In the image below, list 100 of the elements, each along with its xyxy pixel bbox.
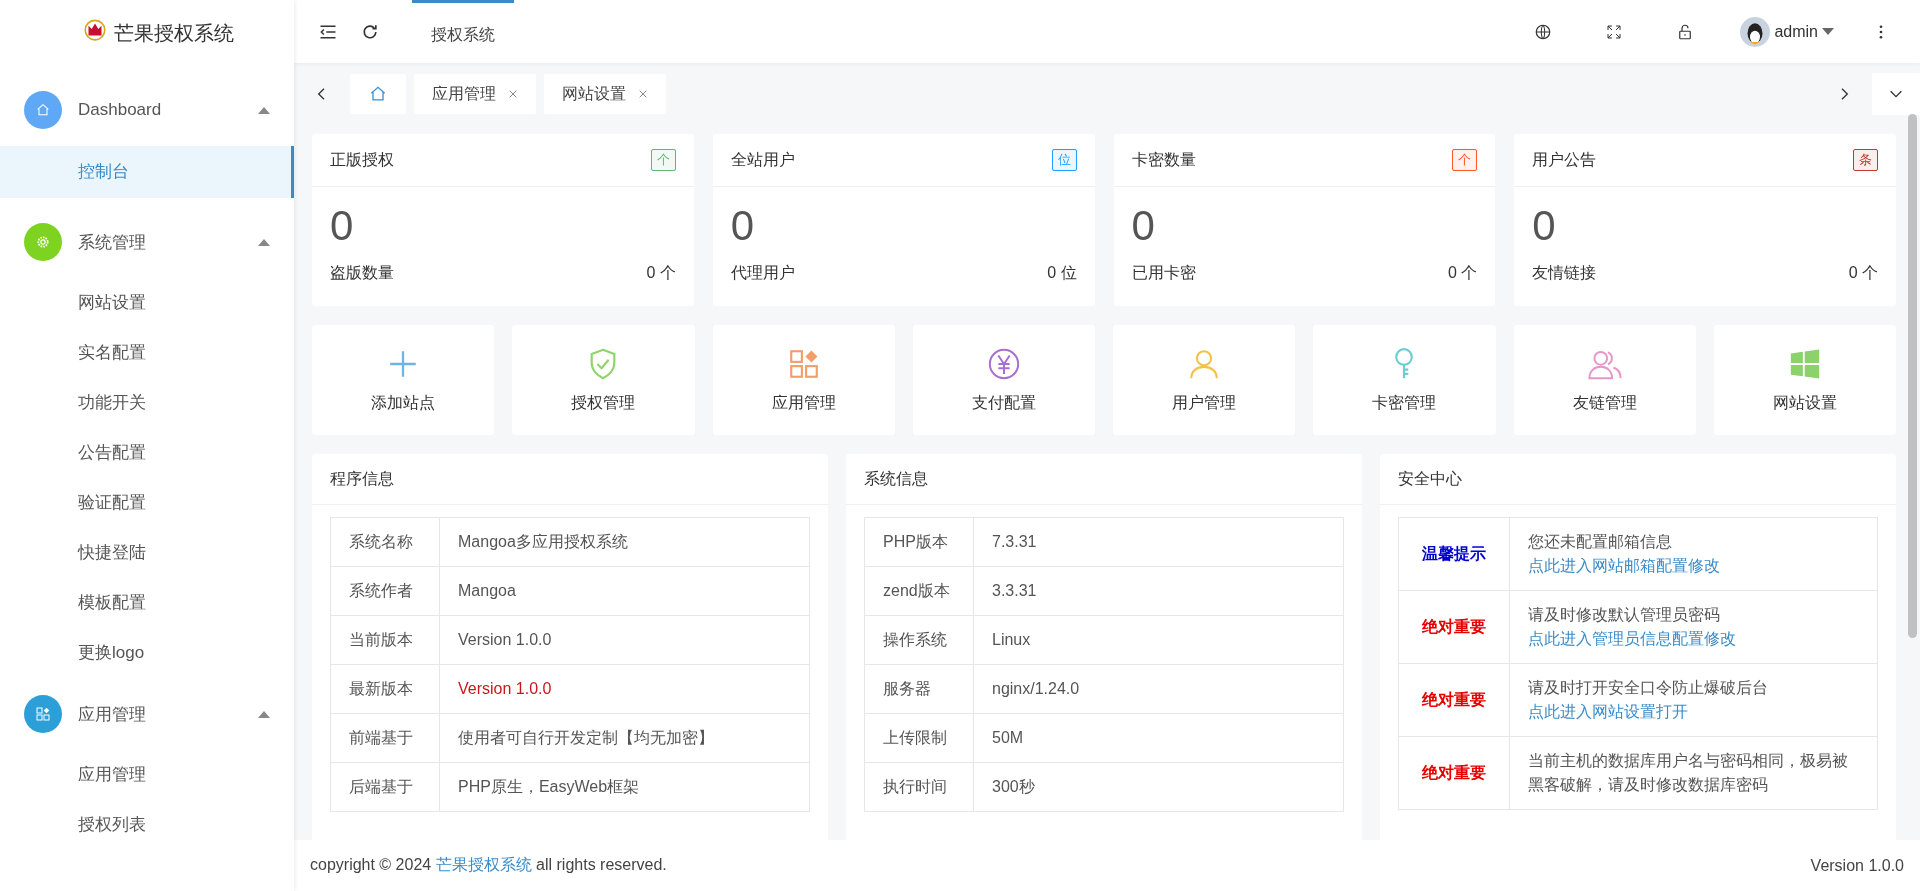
table-cell: 系统名称 (330, 517, 440, 567)
link[interactable]: 点此进入网站邮箱配置修改 (1528, 557, 1720, 574)
sidebar-item[interactable]: 实名配置 (0, 328, 294, 378)
unit-badge: 位 (1051, 149, 1077, 171)
table-cell: nginx/1.24.0 (973, 664, 1344, 714)
stat-value: 0 (330, 201, 355, 251)
table-cell: 绝对重要 (1398, 736, 1510, 810)
shortcut-tile[interactable]: 添加站点 (312, 325, 495, 435)
shortcut-label: 友链管理 (1572, 392, 1637, 413)
user-menu[interactable]: admin (1740, 16, 1834, 47)
link[interactable]: 点此进入管理员信息配置修改 (1528, 630, 1736, 647)
table-cell: 最新版本 (330, 664, 440, 714)
close-icon[interactable] (638, 89, 648, 99)
shortcut-tile[interactable]: 卡密管理 (1313, 325, 1496, 435)
stat-sub-value: 0 位 (1047, 263, 1077, 283)
card-title: 用户公告 (1532, 149, 1597, 170)
sidebar-item[interactable]: 网站设置 (0, 278, 294, 328)
table-cell: 您还未配置邮箱信息 点此进入网站邮箱配置修改 (1509, 517, 1878, 591)
table-cell: 执行时间 (864, 762, 974, 812)
sidebar-group-header[interactable]: Dashboard (0, 74, 294, 146)
stat-value: 0 (1532, 201, 1557, 251)
sidebar-item[interactable]: 授权列表 (0, 800, 294, 850)
shortcut-label: 卡密管理 (1372, 392, 1437, 413)
house-icon (368, 84, 388, 104)
globe-icon[interactable] (1534, 22, 1553, 41)
table-cell: 系统作者 (330, 566, 440, 616)
table-cell: 绝对重要 (1398, 590, 1510, 664)
shortcut-tile[interactable]: 授权管理 (512, 325, 695, 435)
shortcut-tile[interactable]: 应用管理 (712, 325, 895, 435)
shortcut-label: 授权管理 (571, 392, 636, 413)
stat-sub-value: 0 个 (646, 263, 676, 283)
card-title: 卡密数量 (1131, 149, 1196, 170)
sidebar-item[interactable]: 公告配置 (0, 428, 294, 478)
close-icon[interactable] (508, 89, 518, 99)
unit-badge: 个 (1452, 149, 1478, 171)
shortcut-tile[interactable]: 用户管理 (1113, 325, 1296, 435)
stat-sub-value: 0 个 (1848, 263, 1878, 283)
shortcut-tile[interactable]: 支付配置 (912, 325, 1095, 435)
nav-tab[interactable]: 授权系统 (412, 0, 514, 63)
shortcut-tile[interactable]: 网站设置 (1713, 325, 1896, 435)
card-title: 正版授权 (330, 149, 394, 170)
sidebar-group-header[interactable]: 系统管理 (0, 206, 294, 278)
table-cell: 300秒 (973, 762, 1344, 812)
sidebar-item[interactable]: 快捷登陆 (0, 528, 294, 578)
shortcut-tile[interactable]: 友链管理 (1513, 325, 1696, 435)
sidebar-group-header[interactable]: 应用管理 (0, 678, 294, 750)
shortcut-label: 支付配置 (971, 392, 1036, 413)
house-icon (35, 102, 51, 118)
table-cell: 绝对重要 (1398, 663, 1510, 737)
unit-badge: 个 (650, 149, 676, 171)
page-tab[interactable]: 应用管理 (414, 74, 536, 114)
sidebar-item[interactable]: 更换logo (0, 628, 294, 678)
stat-sub-label: 代理用户 (730, 263, 795, 283)
table-cell: zend版本 (864, 566, 974, 616)
stat-value: 0 (1131, 201, 1156, 251)
table-cell: 前端基于 (330, 713, 440, 763)
table-cell: Mangoa多应用授权系统 (439, 517, 810, 567)
stat-sub-label: 盗版数量 (330, 263, 394, 283)
panel-title: 系统信息 (846, 454, 1362, 505)
table-cell: Mangoa (439, 566, 810, 616)
stat-value: 0 (730, 201, 756, 251)
sidebar-item[interactable]: 模板配置 (0, 578, 294, 628)
footer-link[interactable]: 芒果授权系统 (435, 856, 532, 873)
fullscreen-icon[interactable] (1606, 23, 1623, 40)
version-text: Version 1.0.0 (1810, 856, 1904, 875)
group-label: 系统管理 (78, 231, 147, 254)
table-cell: 服务器 (864, 664, 974, 714)
scrollbar-thumb[interactable] (1908, 114, 1917, 638)
table-cell: 50M (973, 713, 1344, 763)
copyright-text: copyright © 2024 芒果授权系统 all rights reserved. (310, 855, 667, 875)
avatar-icon (1740, 16, 1771, 47)
panel-title: 程序信息 (312, 454, 828, 505)
table-cell: 使用者可自行开发定制【均无加密】 (439, 713, 810, 763)
sidebar-item[interactable]: 功能开关 (0, 378, 294, 428)
tab-label: 网站设置 (562, 83, 626, 104)
group-label: 应用管理 (78, 703, 147, 726)
sidebar-item[interactable]: 验证配置 (0, 478, 294, 528)
grid-icon (35, 706, 51, 722)
table-cell: 3.3.31 (973, 566, 1344, 616)
shortcut-label: 应用管理 (771, 392, 836, 413)
table-cell: 请及时打开安全口令防止爆破后台 点此进入网站设置打开 (1509, 663, 1878, 737)
tab-label: 应用管理 (432, 83, 496, 104)
stat-sub-label: 友情链接 (1532, 263, 1597, 283)
username: admin (1774, 22, 1818, 41)
table-cell: 后端基于 (330, 762, 440, 812)
table-cell: Version 1.0.0 (439, 664, 810, 714)
table-cell: 7.3.31 (973, 517, 1344, 567)
page-tab[interactable]: 网站设置 (544, 74, 666, 114)
brand-title: 芒果授权系统 (114, 21, 234, 46)
table-cell: 温馨提示 (1398, 517, 1510, 591)
table-cell: 当前版本 (330, 615, 440, 665)
unit-badge: 条 (1853, 149, 1878, 171)
link[interactable]: 点此进入网站设置打开 (1528, 703, 1688, 720)
shortcut-label: 网站设置 (1772, 392, 1837, 413)
table-cell: 操作系统 (864, 615, 974, 665)
sidebar-item[interactable]: 应用管理 (0, 750, 294, 800)
card-title: 全站用户 (730, 149, 795, 170)
group-label: Dashboard (78, 100, 163, 120)
table-cell: 上传限制 (864, 713, 974, 763)
gear-icon (35, 234, 51, 250)
